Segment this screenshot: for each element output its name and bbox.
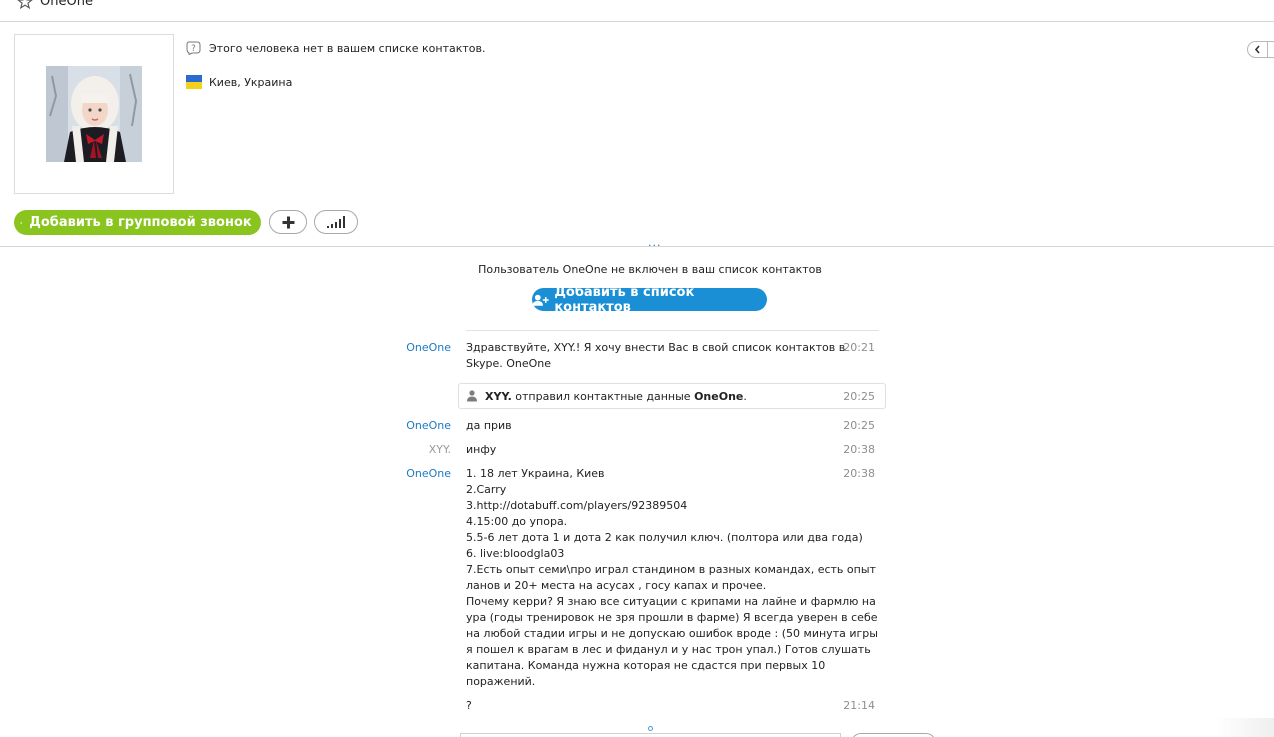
profile-nav-group <box>1247 41 1274 58</box>
pane-splitter[interactable] <box>0 246 1274 247</box>
chevron-left-icon <box>1254 45 1260 54</box>
person-icon <box>467 390 477 402</box>
message-text: Здравствуйте, XYY.! Я хочу внести Вас в … <box>466 341 846 370</box>
signal-bars-icon <box>327 216 345 228</box>
location-text: Киев, Украина <box>209 75 293 89</box>
ukraine-flag-icon <box>186 75 202 89</box>
message-text: ? <box>466 699 472 712</box>
not-in-contacts-text: Этого человека нет в вашем списке контак… <box>209 41 486 55</box>
plus-icon <box>20 221 23 224</box>
add-to-contacts-button[interactable]: Добавить в список контактов <box>532 285 767 315</box>
add-to-group-call-button[interactable]: Добавить в групповой звонок <box>14 210 261 235</box>
add-participant-button[interactable] <box>269 210 307 234</box>
message-text: 1. 18 лет Украина, Киев 2.Carry 3.http:/… <box>466 467 878 688</box>
skype-question-icon: ? <box>186 41 201 55</box>
message-sender[interactable]: OneOne <box>321 466 451 482</box>
avatar-photo <box>46 66 142 162</box>
call-quality-button[interactable] <box>314 210 358 234</box>
message-time: 20:25 <box>843 419 875 432</box>
avatar[interactable] <box>14 34 174 194</box>
add-to-contacts-label: Добавить в список контактов <box>554 284 695 315</box>
message-sender[interactable]: OneOne <box>321 340 451 356</box>
window-edge-shadow <box>1215 718 1274 737</box>
nav-divider <box>1267 42 1268 57</box>
svg-text:?: ? <box>191 44 196 54</box>
contact-shared-event[interactable]: XYY. отправил контактные данные OneOne. … <box>458 383 886 409</box>
favorite-star-icon[interactable] <box>17 0 33 10</box>
message-text: инфу <box>466 443 497 456</box>
message-time: 20:25 <box>843 390 875 403</box>
message-sender[interactable]: OneOne <box>321 418 451 434</box>
send-button[interactable] <box>851 733 936 737</box>
previous-button[interactable] <box>1248 42 1267 57</box>
message-sender[interactable]: XYY. <box>321 442 451 458</box>
skype-conversation-window: OneOne ? Этого человека нет в вашем спис… <box>0 0 1274 737</box>
not-in-contacts-notice: Пользователь OneOne не включен в ваш спи… <box>478 263 822 276</box>
add-contact-icon <box>532 294 549 306</box>
compose-resize-handle[interactable] <box>648 726 653 731</box>
group-call-label: Добавить в групповой звонок <box>29 215 252 230</box>
conversation-title: OneOne <box>40 0 93 9</box>
conversation-header: OneOne <box>0 0 1274 22</box>
message-text: да прив <box>466 419 512 432</box>
message-time: 20:38 <box>843 467 875 480</box>
message-time: 21:14 <box>843 699 875 712</box>
contact-status-row: ? Этого человека нет в вашем списке конт… <box>186 40 486 56</box>
location-row: Киев, Украина <box>186 74 292 90</box>
message-time: 20:21 <box>843 341 875 354</box>
message-input[interactable] <box>460 733 841 737</box>
message-time: 20:38 <box>843 443 875 456</box>
plus-icon <box>282 216 294 228</box>
chat-divider <box>466 330 879 331</box>
chevron-down-icon <box>259 222 261 223</box>
contact-shared-text: XYY. отправил контактные данные OneOne. <box>485 390 747 403</box>
